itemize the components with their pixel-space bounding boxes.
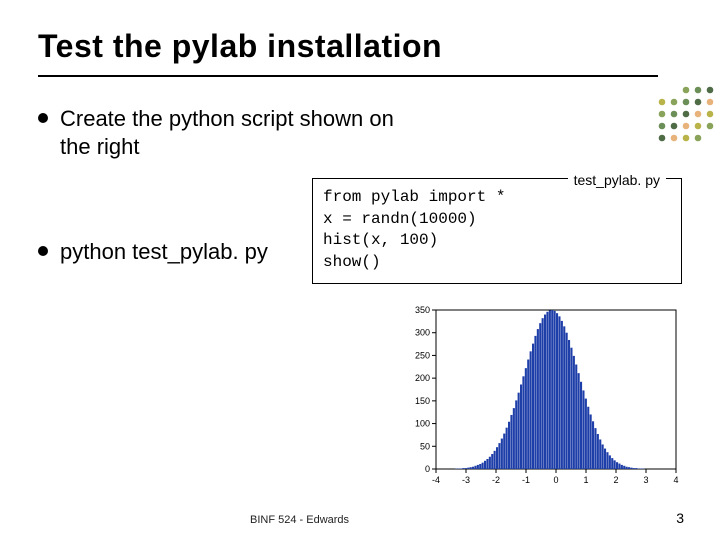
code-box: from pylab import * x = randn(10000) his… xyxy=(312,178,682,284)
decor-dots-icon xyxy=(656,84,720,142)
histogram-chart: -4 -3 -2 -1 0 1 2 3 4 0 50 100 150 200 250 300 350 xyxy=(396,300,684,495)
bullet-text: Create the python script shown on the ri… xyxy=(60,105,398,160)
svg-text:0: 0 xyxy=(553,475,558,485)
bullet-dot-icon xyxy=(38,113,48,123)
bullet-dot-icon xyxy=(38,246,48,256)
slide-title: Test the pylab installation xyxy=(38,28,682,65)
svg-text:-1: -1 xyxy=(522,475,530,485)
svg-text:300: 300 xyxy=(415,328,430,338)
slide: Test the pylab installation Create the p… xyxy=(0,0,720,540)
svg-text:100: 100 xyxy=(415,419,430,429)
svg-text:-2: -2 xyxy=(492,475,500,485)
svg-text:200: 200 xyxy=(415,373,430,383)
bullet-text: python test_pylab. py xyxy=(60,238,268,266)
svg-text:-3: -3 xyxy=(462,475,470,485)
page-number: 3 xyxy=(676,510,684,526)
svg-text:2: 2 xyxy=(613,475,618,485)
code-group: test_pylab. py from pylab import * x = r… xyxy=(312,178,682,284)
svg-text:3: 3 xyxy=(643,475,648,485)
svg-text:4: 4 xyxy=(673,475,678,485)
svg-text:350: 350 xyxy=(415,305,430,315)
code-legend: test_pylab. py xyxy=(568,172,666,188)
svg-text:50: 50 xyxy=(420,441,430,451)
code-line: show() xyxy=(323,253,381,271)
code-line: x = randn(10000) xyxy=(323,210,477,228)
title-underline xyxy=(38,75,658,77)
svg-text:0: 0 xyxy=(425,464,430,474)
svg-text:-4: -4 xyxy=(432,475,440,485)
code-line: from pylab import * xyxy=(323,188,505,206)
bullet-item: Create the python script shown on the ri… xyxy=(38,105,398,160)
footer-center: BINF 524 - Edwards xyxy=(250,514,349,526)
code-line: hist(x, 100) xyxy=(323,231,438,249)
svg-text:150: 150 xyxy=(415,396,430,406)
svg-text:1: 1 xyxy=(583,475,588,485)
svg-text:250: 250 xyxy=(415,350,430,360)
